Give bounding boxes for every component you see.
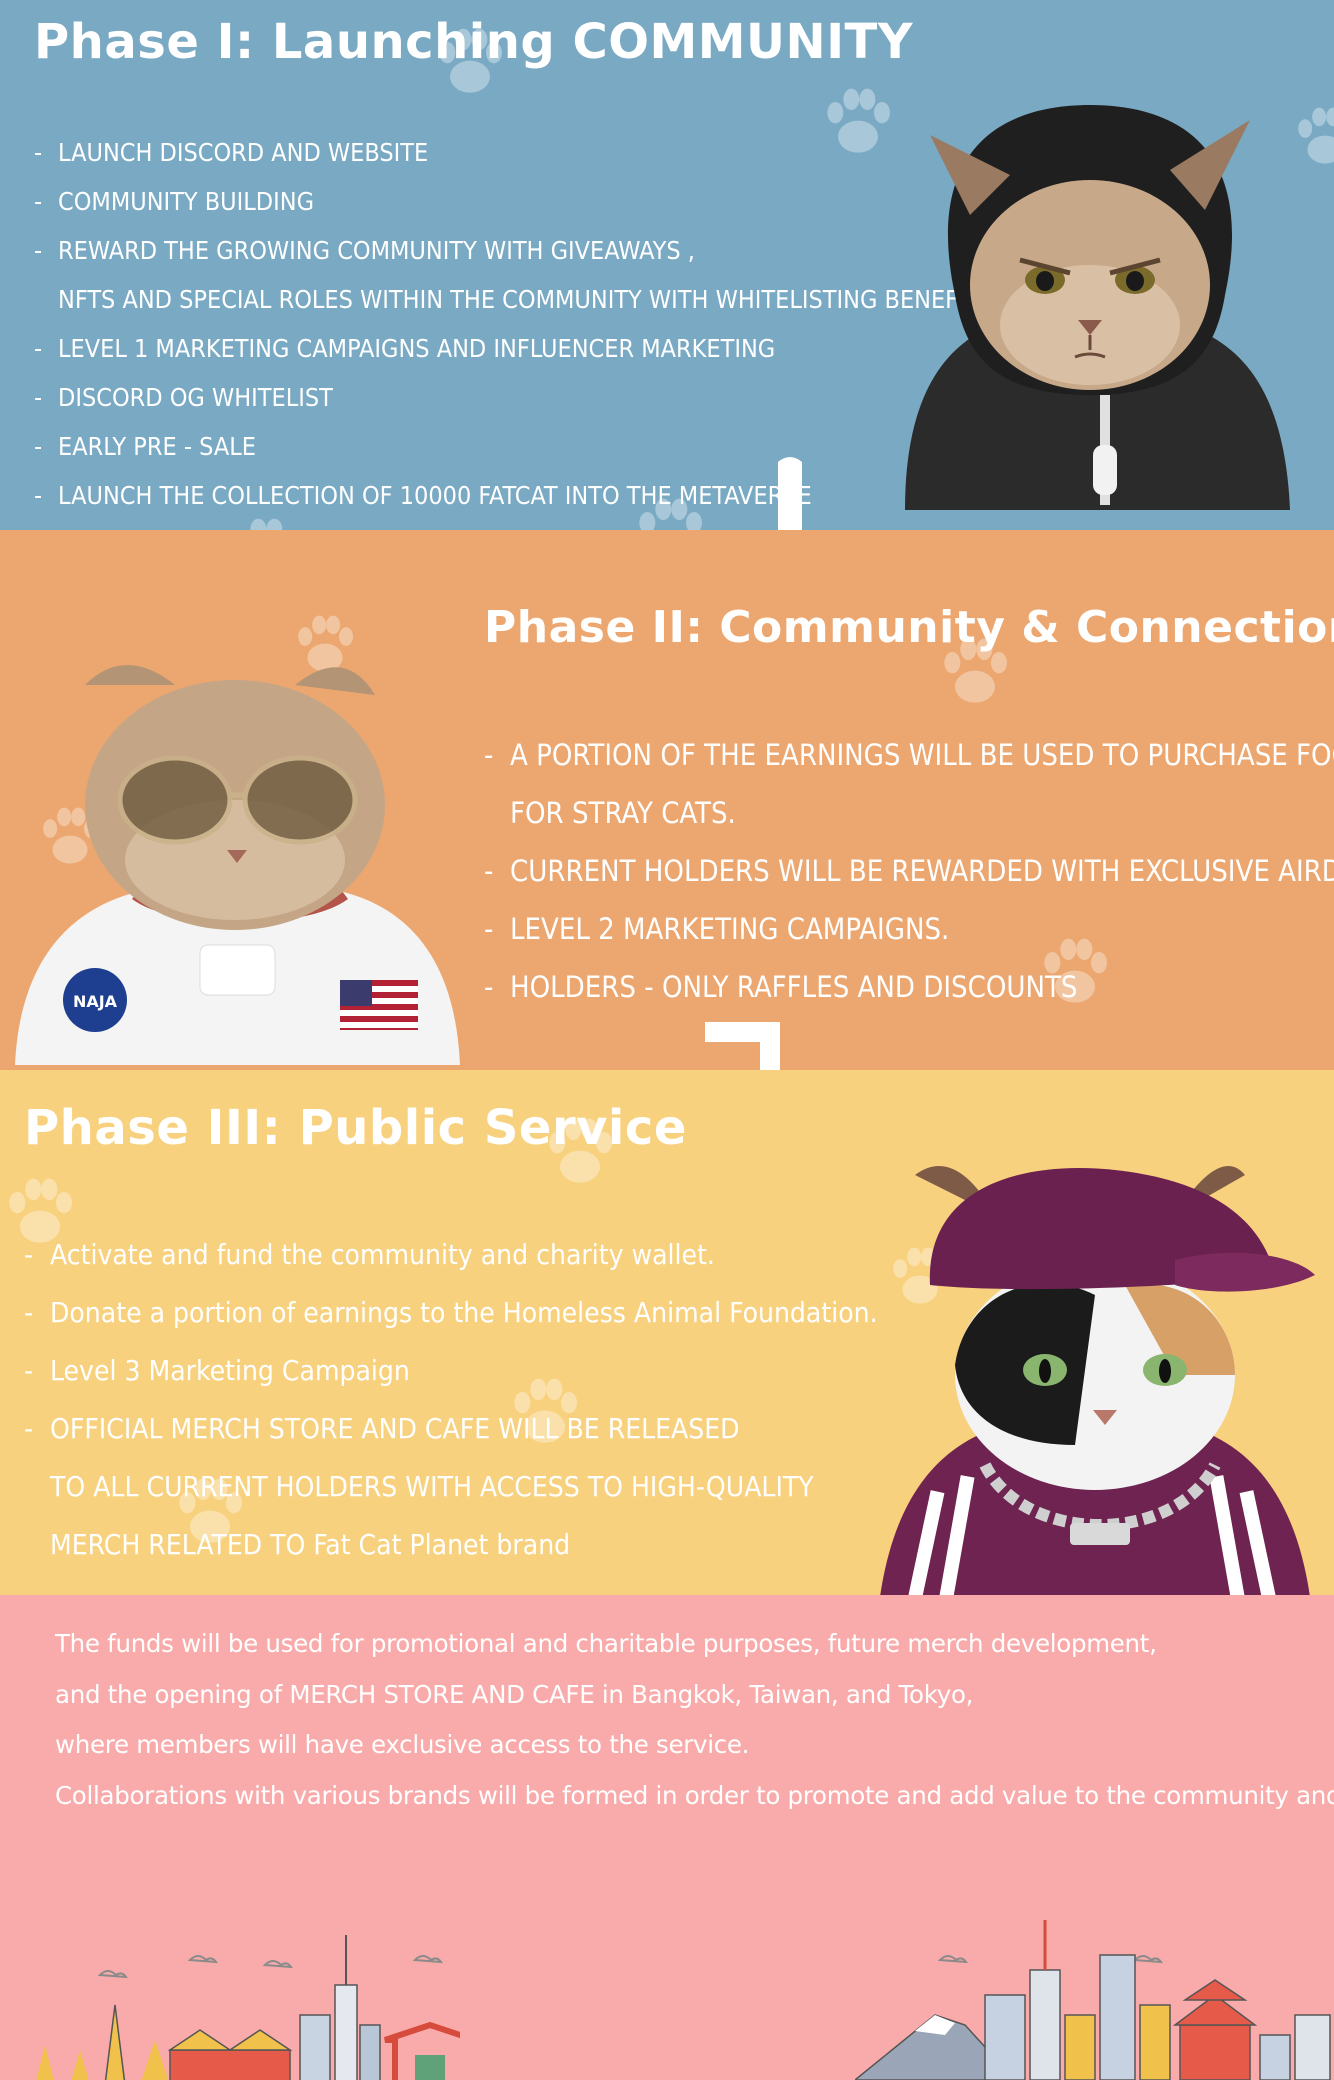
list-item: - LEVEL 1 MARKETING CAMPAIGNS AND INFLUEN… bbox=[34, 334, 776, 363]
phase1-list: - LAUNCH DISCORD AND WEBSITE - COMMUNITY B… bbox=[34, 128, 1000, 520]
list-item: - LEVEL 2 MARKETING CAMPAIGNS. bbox=[484, 912, 950, 946]
list-item: - Level 3 Marketing Campaign bbox=[24, 1354, 410, 1387]
list-item: - LAUNCH DISCORD AND WEBSITE bbox=[34, 138, 429, 167]
list-item: - Activate and fund the community and cha… bbox=[24, 1238, 715, 1271]
phase2-list: -A PORTION OF THE EARNINGS WILL BE USED … bbox=[484, 726, 1334, 1016]
list-item: - Donate a portion of earnings to the Hom… bbox=[24, 1296, 878, 1329]
nasa-badge-text: NAJA bbox=[73, 992, 118, 1011]
list-item: NFTS AND SPECIAL ROLES WITHIN THE COMMUN… bbox=[58, 285, 1000, 314]
list-item: - HOLDERS - ONLY RAFFLES AND DISCOUNTS bbox=[484, 970, 1078, 1004]
phase1-title: Phase I: Launching COMMUNITY bbox=[34, 14, 914, 70]
list-item: FOR STRAY CATS. bbox=[510, 796, 736, 830]
phase3-title: Phase III: Public Service bbox=[24, 1100, 687, 1156]
arrow-zigzag-icon bbox=[705, 1022, 780, 1070]
list-item: TO ALL CURRENT HOLDERS WITH ACCESS TO HI… bbox=[50, 1470, 814, 1503]
phase1-section: Phase I: Launching COMMUNITY - LAUNCH DIS… bbox=[0, 0, 1334, 530]
list-item: - LAUNCH THE COLLECTION OF 10000 FATCAT I… bbox=[34, 481, 812, 510]
arrow-down-icon bbox=[778, 457, 802, 530]
paw-print-icon bbox=[1298, 107, 1334, 164]
list-item: MERCH RELATED TO Fat Cat Planet brand bbox=[50, 1528, 571, 1561]
list-item: - CURRENT HOLDERS WILL BE REWARDED WITH E… bbox=[484, 854, 1334, 888]
footer-line: and the opening of MERCH STORE AND CAFE … bbox=[55, 1679, 974, 1709]
footer-section: The funds will be used for promotional a… bbox=[0, 1595, 1334, 2080]
list-item: - OFFICIAL MERCH STORE AND CAFE WILL BE R… bbox=[24, 1412, 740, 1445]
list-item: - DISCORD OG WHITELIST bbox=[34, 383, 333, 412]
hoodie-cat-illustration bbox=[905, 105, 1290, 510]
footer-line: The funds will be used for promotional a… bbox=[55, 1629, 1157, 1658]
footer-line: where members will have exclusive access… bbox=[55, 1730, 750, 1759]
bangkok-skyline-illustration bbox=[36, 1935, 460, 2080]
list-item: - COMMUNITY BUILDING bbox=[34, 187, 315, 216]
phase3-list: - Activate and fund the community and cha… bbox=[24, 1226, 878, 1574]
us-flag-icon bbox=[340, 980, 418, 1030]
tokyo-skyline-illustration bbox=[855, 1920, 1331, 2080]
footer-paragraph: The funds will be used for promotional a… bbox=[55, 1619, 1334, 1821]
list-item: - EARLY PRE - SALE bbox=[34, 432, 256, 461]
phase2-title: Phase II: Community & Connection bbox=[484, 602, 1334, 653]
footer-line: Collaborations with various brands will … bbox=[55, 1780, 1334, 1810]
cap-cat-illustration bbox=[880, 1166, 1315, 1595]
astronaut-cat-illustration: NAJA bbox=[15, 665, 460, 1065]
list-item: - REWARD THE GROWING COMMUNITY WITH GIVEA… bbox=[34, 236, 695, 265]
phase3-section: Phase III: Public Service - Activate and … bbox=[0, 1070, 1334, 1595]
list-item: -A PORTION OF THE EARNINGS WILL BE USED … bbox=[484, 738, 1334, 772]
phase2-section: Phase II: Community & Connection -A PORT… bbox=[0, 530, 1334, 1070]
